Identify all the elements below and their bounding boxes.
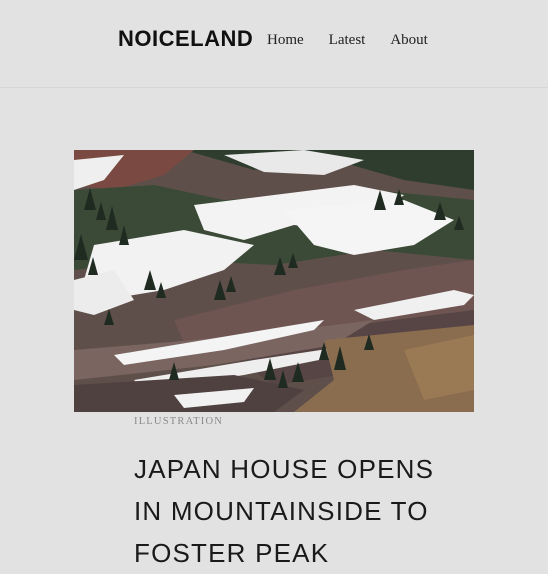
nav-home[interactable]: Home [267, 32, 304, 49]
main-nav: Home Latest About [267, 31, 449, 49]
mountain-landscape-illustration [74, 150, 474, 412]
article-title[interactable]: JAPAN HOUSE OPENS IN MOUNTAINSIDE TO FOS… [134, 448, 454, 574]
hero-image[interactable] [74, 150, 474, 412]
nav-about[interactable]: About [390, 32, 428, 49]
site-logo[interactable]: NOICELAND [118, 26, 253, 52]
site-header: NOICELAND Home Latest About [0, 0, 548, 88]
article-category[interactable]: ILLUSTRATION [134, 416, 223, 427]
nav-latest[interactable]: Latest [329, 32, 366, 49]
